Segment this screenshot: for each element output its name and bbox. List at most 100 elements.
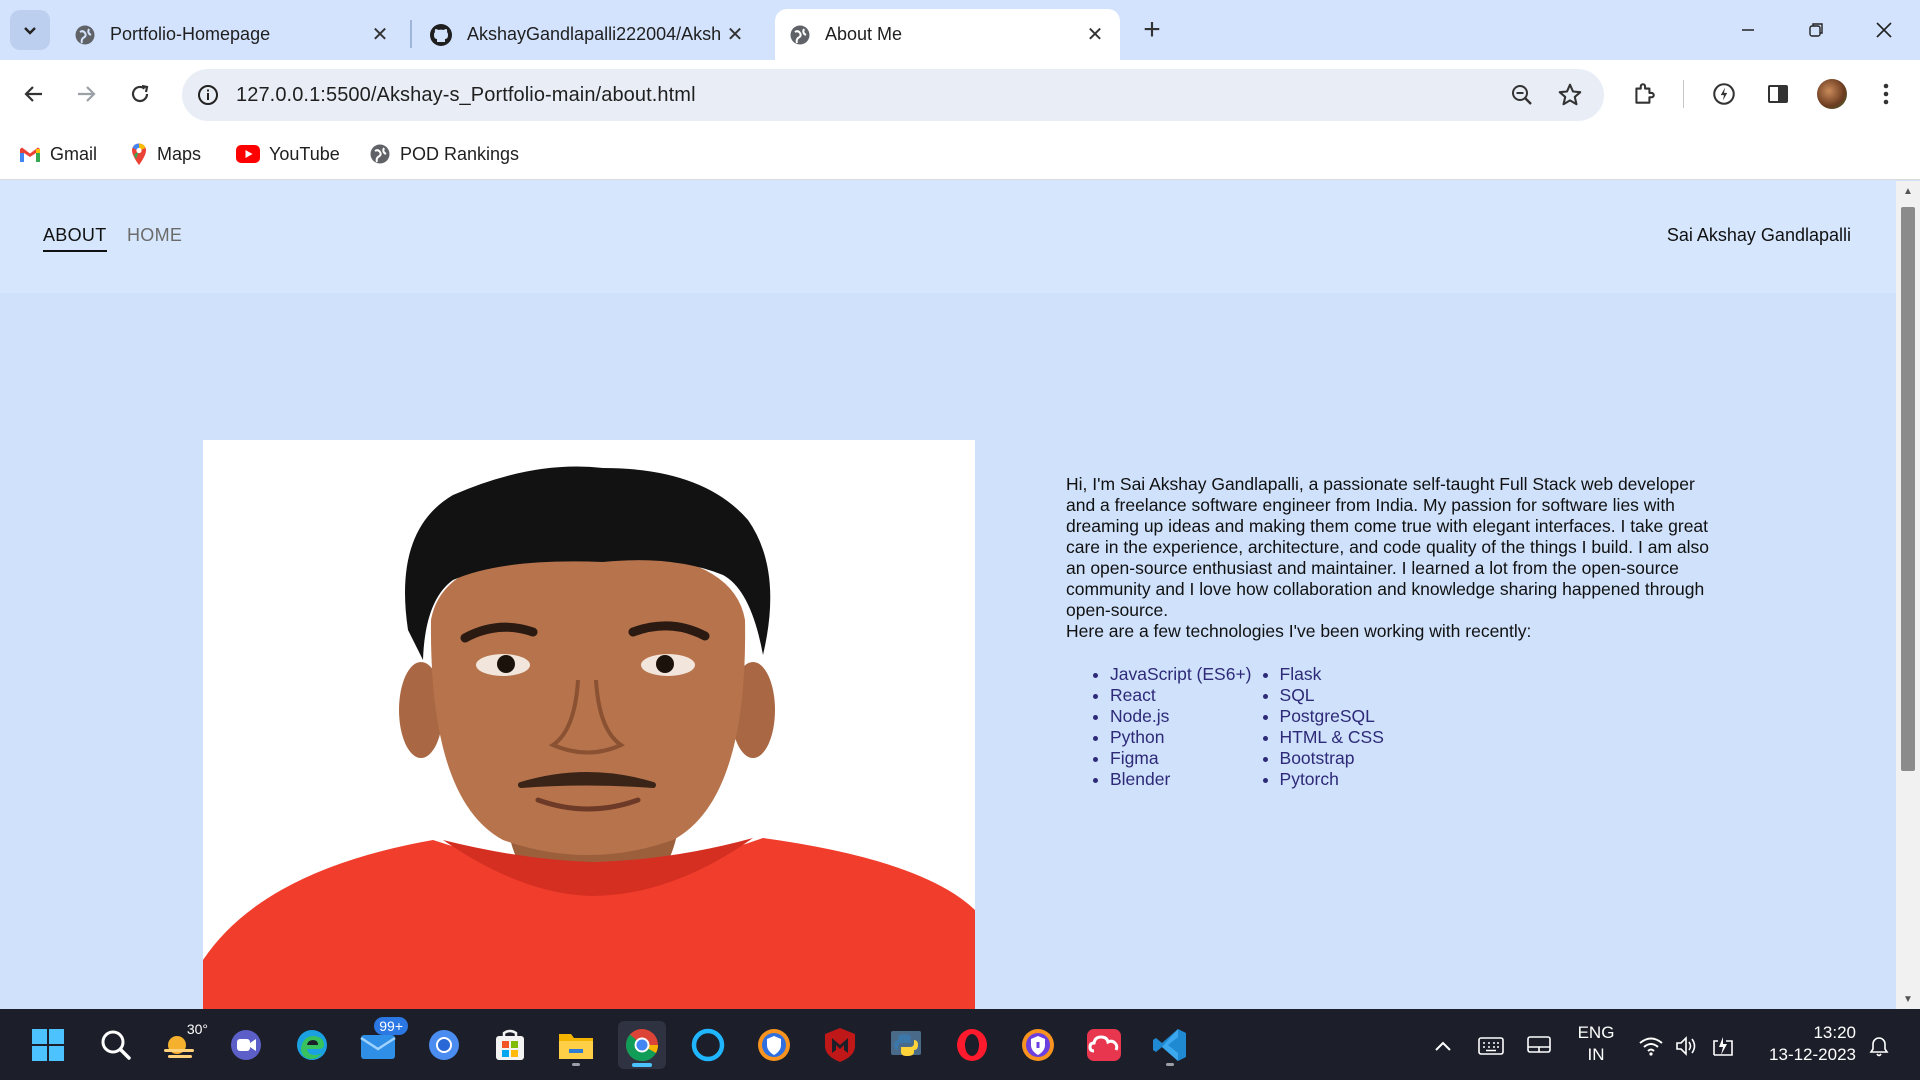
nav-about-link[interactable]: ABOUT <box>43 225 107 252</box>
creative-cloud-icon <box>1087 1029 1121 1061</box>
shield-icon <box>758 1029 790 1061</box>
close-window-button[interactable] <box>1864 12 1904 48</box>
speaker-icon <box>1676 1036 1696 1056</box>
tab-about-me[interactable]: About Me ✕ <box>775 9 1120 60</box>
taskbar-app-chromium[interactable] <box>420 1021 468 1069</box>
taskbar-app-opera[interactable] <box>948 1021 996 1069</box>
globe-icon <box>75 25 95 44</box>
maps-icon <box>130 142 148 166</box>
taskbar-app-mcafee[interactable] <box>816 1021 864 1069</box>
active-indicator <box>632 1063 652 1067</box>
notification-icon <box>1869 1037 1889 1057</box>
mail-unread-badge: 99+ <box>374 1017 408 1035</box>
notification-center-button[interactable] <box>1864 1031 1894 1061</box>
new-tab-button[interactable]: + <box>1136 15 1168 47</box>
forward-button[interactable] <box>64 72 108 116</box>
page-scrollbar[interactable]: ▲ ▼ <box>1896 181 1920 1009</box>
brave-icon <box>1022 1029 1054 1061</box>
gmail-icon <box>19 146 41 163</box>
arrow-right-icon <box>78 86 96 102</box>
tech-item: Pytorch <box>1280 769 1384 790</box>
bookmark-maps[interactable]: Maps <box>130 141 201 167</box>
speedometer-icon <box>1713 83 1735 105</box>
taskbar-app-store[interactable] <box>486 1021 534 1069</box>
side-panel-button[interactable] <box>1756 72 1800 116</box>
taskbar-app-brave[interactable] <box>1014 1021 1062 1069</box>
close-icon[interactable]: ✕ <box>1084 24 1106 46</box>
browser-toolbar: 127.0.0.1:5500/Akshay-s_Portfolio-main/a… <box>0 60 1920 128</box>
clock-date: 13-12-2023 <box>1769 1045 1856 1064</box>
clock-time: 13:20 <box>1813 1023 1856 1042</box>
extensions-button[interactable] <box>1622 72 1666 116</box>
tab-github[interactable]: AkshayGandlapalli222004/Aksh ✕ <box>415 9 760 60</box>
tech-item: React <box>1110 685 1252 706</box>
star-icon[interactable] <box>1557 82 1583 108</box>
folder-icon <box>559 1034 593 1059</box>
tech-intro: Here are a few technologies I've been wo… <box>1066 621 1532 641</box>
tech-item: SQL <box>1280 685 1384 706</box>
display-button[interactable] <box>1524 1031 1554 1061</box>
taskbar-app-creative-cloud[interactable] <box>1080 1021 1128 1069</box>
taskbar-app-vscode[interactable] <box>1146 1021 1194 1069</box>
cortana-icon <box>691 1028 725 1062</box>
restore-button[interactable] <box>1796 12 1836 48</box>
running-indicator <box>572 1063 580 1066</box>
chrome-icon <box>625 1029 659 1062</box>
mcafee-icon <box>825 1028 855 1062</box>
clock[interactable]: 13:20 13-12-2023 <box>1756 1022 1856 1066</box>
taskbar-app-python[interactable] <box>882 1021 930 1069</box>
tab-portfolio-homepage[interactable]: Portfolio-Homepage ✕ <box>60 9 405 60</box>
nav-home-link[interactable]: HOME <box>127 225 182 246</box>
search-button[interactable] <box>92 1021 140 1069</box>
language-code: ENG <box>1577 1023 1615 1042</box>
minimize-button[interactable] <box>1728 12 1768 48</box>
close-icon <box>1876 22 1892 38</box>
scroll-down-arrow-icon[interactable]: ▼ <box>1896 989 1920 1009</box>
show-hidden-icons-button[interactable] <box>1428 1031 1458 1061</box>
tech-item: Figma <box>1110 748 1252 769</box>
globe-icon <box>369 143 391 165</box>
tab-search-button[interactable] <box>10 10 50 50</box>
site-info-icon[interactable] <box>196 83 220 107</box>
close-icon[interactable]: ✕ <box>724 24 746 46</box>
bookmark-gmail[interactable]: Gmail <box>19 141 97 167</box>
taskbar-app-chrome[interactable] <box>618 1021 666 1069</box>
taskbar-app-teams[interactable] <box>222 1021 270 1069</box>
reload-button[interactable] <box>118 72 162 116</box>
performance-button[interactable] <box>1702 72 1746 116</box>
profile-photo <box>203 440 975 1009</box>
scroll-up-arrow-icon[interactable]: ▲ <box>1896 181 1920 201</box>
taskbar-app-file-explorer[interactable] <box>552 1021 600 1069</box>
restore-icon <box>1809 23 1823 37</box>
touch-keyboard-button[interactable] <box>1476 1031 1506 1061</box>
opera-icon <box>957 1029 987 1061</box>
site-owner-name: Sai Akshay Gandlapalli <box>1666 225 1851 245</box>
weather-widget[interactable]: 30° <box>156 1021 208 1069</box>
address-bar[interactable]: 127.0.0.1:5500/Akshay-s_Portfolio-main/a… <box>182 69 1604 121</box>
taskbar-app-edge[interactable] <box>288 1021 336 1069</box>
volume-button[interactable] <box>1672 1031 1702 1061</box>
bookmark-label: POD Rankings <box>400 143 520 164</box>
battery-button[interactable] <box>1708 1031 1738 1061</box>
tab-title: About Me <box>825 24 903 44</box>
page-viewport: ABOUT HOME Sai Akshay Gandlapalli Hi, I'… <box>0 181 1896 1009</box>
wifi-button[interactable] <box>1636 1031 1666 1061</box>
zoom-icon[interactable] <box>1510 83 1534 107</box>
tech-list-right: Flask SQL PostgreSQL HTML & CSS Bootstra… <box>1252 664 1384 790</box>
close-icon[interactable]: ✕ <box>369 24 391 46</box>
taskbar-app-vpn[interactable] <box>750 1021 798 1069</box>
taskbar-app-mail[interactable]: 99+ <box>354 1017 408 1069</box>
start-button[interactable] <box>24 1021 72 1069</box>
bookmark-label: Maps <box>157 143 202 164</box>
bookmark-pod-rankings[interactable]: POD Rankings <box>369 141 519 167</box>
language-indicator[interactable]: ENG IN <box>1570 1022 1622 1066</box>
profile-button[interactable] <box>1810 72 1854 116</box>
back-button[interactable] <box>12 72 56 116</box>
browser-menu-button[interactable] <box>1864 72 1908 116</box>
bookmark-youtube[interactable]: YouTube <box>236 141 340 167</box>
url-text[interactable]: 127.0.0.1:5500/Akshay-s_Portfolio-main/a… <box>236 84 696 107</box>
scrollbar-thumb[interactable] <box>1901 207 1915 771</box>
github-icon <box>430 23 452 46</box>
about-section: Hi, I'm Sai Akshay Gandlapalli, a passio… <box>1066 474 1726 790</box>
taskbar-app-cortana[interactable] <box>684 1021 732 1069</box>
